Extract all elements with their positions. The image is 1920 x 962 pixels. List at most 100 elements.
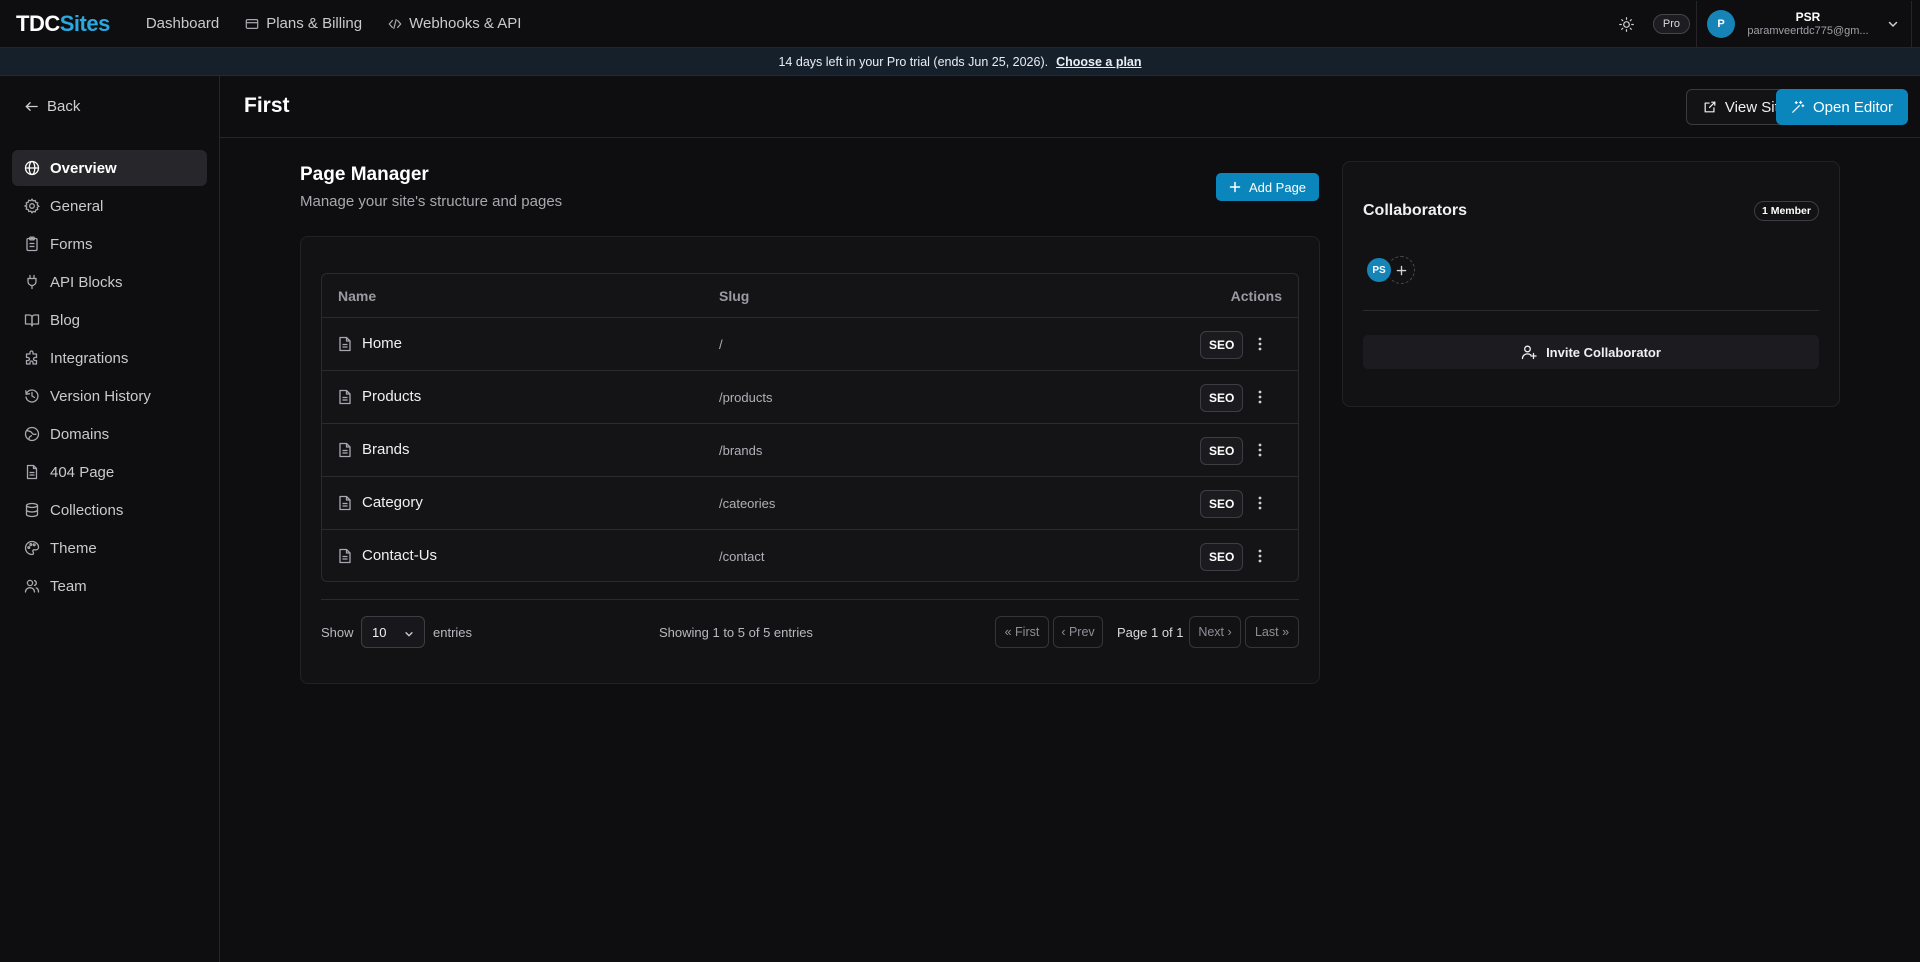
page-slug: /products	[719, 390, 773, 405]
page-name: Category	[362, 494, 423, 511]
sidebar-item-forms[interactable]: Forms	[12, 226, 207, 262]
seo-button[interactable]: SEO	[1200, 543, 1244, 571]
table-row[interactable]: Products /products SEO	[322, 371, 1298, 424]
member-count-badge: 1 Member	[1753, 201, 1819, 221]
sidebar-item-label: Collections	[50, 501, 124, 519]
sidebar-item-404-page[interactable]: 404 Page	[12, 454, 207, 490]
magic-wand-icon	[1791, 100, 1805, 114]
sidebar-item-label: Theme	[50, 539, 97, 557]
table-row[interactable]: Category /cateories SEO	[322, 477, 1298, 530]
column-header-slug: Slug	[719, 288, 750, 304]
page-name: Contact-Us	[362, 547, 438, 564]
code-icon	[388, 17, 402, 31]
nav-dashboard-label: Dashboard	[145, 15, 220, 32]
invite-collaborator-button[interactable]: Invite Collaborator	[1363, 335, 1819, 369]
entries-label: entries	[433, 625, 473, 640]
chevron-down-icon	[404, 629, 414, 639]
sidebar-item-label: Version History	[50, 387, 151, 405]
table-row[interactable]: Brands /brands SEO	[322, 424, 1298, 477]
sidebar-item-label: General	[50, 197, 104, 215]
next-page-button[interactable]: Next ›	[1189, 616, 1241, 648]
user-name: PSR	[1795, 10, 1821, 24]
more-vertical-icon[interactable]	[1252, 494, 1268, 512]
more-vertical-icon[interactable]	[1252, 441, 1268, 459]
external-link-icon	[1703, 100, 1717, 114]
invite-collaborator-label: Invite Collaborator	[1546, 344, 1661, 360]
nav-dashboard[interactable]: Dashboard	[146, 15, 219, 32]
nav-plans-billing[interactable]: Plans & Billing	[245, 15, 362, 32]
globe-icon	[24, 160, 40, 176]
open-editor-button[interactable]: Open Editor	[1776, 89, 1908, 125]
top-navbar: TDCSites Dashboard Plans & Billing Webho…	[0, 0, 1920, 48]
more-vertical-icon[interactable]	[1252, 547, 1268, 565]
top-right-controls: Pro P PSR paramveertdc775@gm...	[1613, 0, 1920, 48]
sidebar-item-overview[interactable]: Overview	[12, 150, 207, 186]
collaborators-divider	[1363, 310, 1819, 311]
seo-button[interactable]: SEO	[1200, 490, 1244, 518]
prev-page-button[interactable]: ‹ Prev	[1053, 616, 1103, 648]
table-row[interactable]: Home / SEO	[322, 318, 1298, 371]
choose-plan-link[interactable]: Choose a plan	[1056, 55, 1141, 69]
more-vertical-icon[interactable]	[1252, 388, 1268, 406]
table-row[interactable]: Contact-Us /contact SEO	[322, 530, 1298, 581]
entries-per-page-value: 10	[372, 624, 387, 640]
brand-logo-part1: TDC	[16, 10, 60, 36]
sidebar: Back Overview General Forms API Blocks B…	[0, 76, 220, 962]
sidebar-item-label: API Blocks	[50, 273, 123, 291]
sidebar-item-collections[interactable]: Collections	[12, 492, 207, 528]
user-menu[interactable]: P PSR paramveertdc775@gm...	[1696, 1, 1912, 47]
page-indicator: Page 1 of 1	[1117, 625, 1184, 640]
table-footer-divider	[321, 599, 1299, 600]
back-label: Back	[47, 98, 81, 115]
last-page-button[interactable]: Last »	[1245, 616, 1299, 648]
seo-button[interactable]: SEO	[1200, 384, 1244, 412]
page-manager-subtitle: Manage your site's structure and pages	[300, 193, 563, 210]
page-slug: /contact	[719, 549, 765, 564]
back-button[interactable]: Back	[24, 98, 80, 115]
sidebar-item-label: Team	[50, 577, 87, 595]
page-name: Products	[362, 388, 422, 405]
seo-button[interactable]: SEO	[1200, 331, 1244, 359]
theme-toggle-button[interactable]	[1613, 10, 1641, 38]
database-icon	[24, 502, 40, 518]
page-manager-title: Page Manager	[300, 164, 429, 185]
sidebar-item-label: Forms	[50, 235, 93, 253]
collaborators-card: Collaborators 1 Member PS Invite Collabo…	[1342, 161, 1840, 407]
page-title: First	[244, 94, 290, 117]
clipboard-icon	[24, 236, 40, 252]
first-page-button[interactable]: « First	[995, 616, 1049, 648]
page-name: Home	[362, 335, 403, 352]
sidebar-item-general[interactable]: General	[12, 188, 207, 224]
page-header: First View Site Open Editor	[220, 76, 1920, 138]
more-vertical-icon[interactable]	[1252, 335, 1268, 353]
user-email: paramveertdc775@gm...	[1747, 25, 1869, 37]
brand-logo[interactable]: TDCSites	[16, 11, 110, 37]
sidebar-item-version-history[interactable]: Version History	[12, 378, 207, 414]
nav-webhooks-api[interactable]: Webhooks & API	[388, 15, 521, 32]
sidebar-item-theme[interactable]: Theme	[12, 530, 207, 566]
sidebar-item-blog[interactable]: Blog	[12, 302, 207, 338]
sidebar-item-label: 404 Page	[50, 463, 115, 481]
entries-per-page-select[interactable]: 10	[361, 616, 425, 648]
collaborator-avatar[interactable]: PS	[1365, 256, 1393, 284]
plug-icon	[24, 274, 40, 290]
document-icon	[338, 336, 352, 352]
seo-button[interactable]: SEO	[1200, 437, 1244, 465]
palette-icon	[24, 540, 40, 556]
gear-icon	[24, 198, 40, 214]
chevron-down-icon	[1887, 18, 1899, 30]
document-icon	[338, 548, 352, 564]
plus-icon	[1396, 265, 1407, 276]
file-icon	[24, 464, 40, 480]
add-page-button[interactable]: Add Page	[1216, 173, 1319, 201]
sidebar-item-integrations[interactable]: Integrations	[12, 340, 207, 376]
sidebar-item-label: Blog	[50, 311, 81, 329]
sidebar-item-api-blocks[interactable]: API Blocks	[12, 264, 207, 300]
history-icon	[24, 388, 40, 404]
trial-banner-text: 14 days left in your Pro trial (ends Jun…	[778, 54, 1049, 69]
page-slug: /	[719, 337, 723, 352]
page-slug: /brands	[719, 443, 763, 458]
open-editor-label: Open Editor	[1812, 98, 1894, 116]
sidebar-item-team[interactable]: Team	[12, 568, 207, 604]
sidebar-item-domains[interactable]: Domains	[12, 416, 207, 452]
